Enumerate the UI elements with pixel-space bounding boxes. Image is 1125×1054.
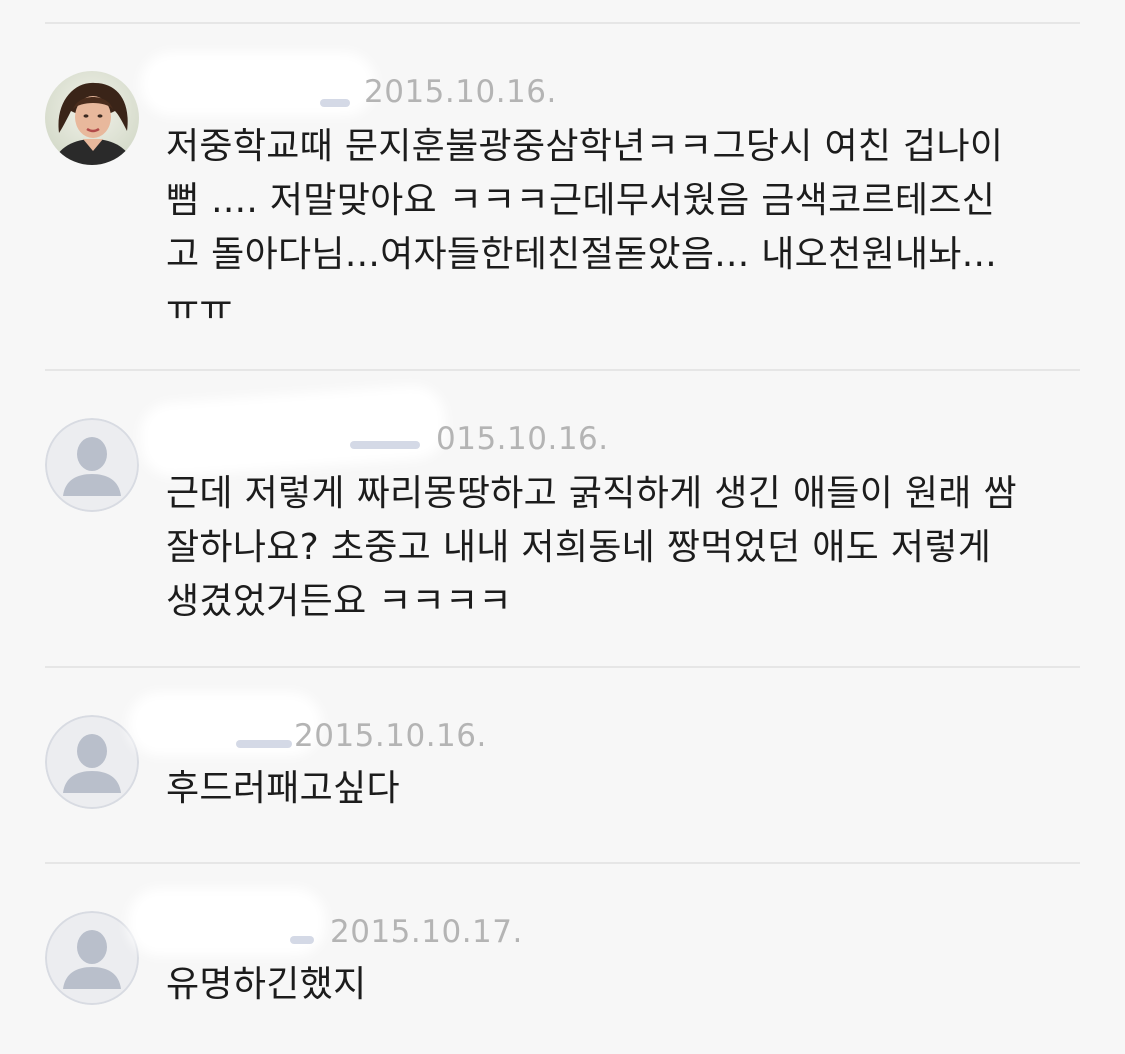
- comment-divider: [45, 666, 1080, 668]
- comment-text: 유명하긴했지: [166, 958, 1086, 1012]
- comment-line: 후드러패고싶다: [166, 768, 400, 809]
- comment-text: 근데 저렇게 짜리몽땅하고 굵직하게 생긴 애들이 원래 쌈 잘하나요? 초중고…: [166, 467, 1086, 629]
- default-user-icon: [45, 418, 139, 512]
- default-avatar[interactable]: [45, 911, 139, 1005]
- comment-date: 2015.10.16.: [364, 74, 557, 110]
- top-divider: [45, 22, 1080, 24]
- user-photo-avatar[interactable]: [45, 71, 139, 165]
- author-name-residue: [236, 740, 292, 748]
- comment-text: 저중학교때 문지훈불광중삼학년ㅋㅋ그당시 여친 겁나이 뻠 .... 저말맞아요…: [166, 120, 1086, 336]
- comment-date: 2015.10.16.: [294, 718, 487, 754]
- comment-text: 후드러패고싶다: [166, 762, 1086, 816]
- comment-line: 유명하긴했지: [166, 964, 367, 1005]
- default-user-icon: [45, 911, 139, 1005]
- author-name-redacted: [146, 391, 440, 471]
- comment-divider: [45, 862, 1080, 864]
- comment-date: 015.10.16.: [436, 421, 609, 457]
- default-avatar[interactable]: [45, 418, 139, 512]
- author-name-residue: [320, 99, 350, 107]
- comment-line: 뻠 .... 저말맞아요 ㅋㅋㅋ근데무서웠음 금색코르테즈신: [166, 180, 996, 221]
- photo-avatar-icon: [45, 71, 139, 165]
- comment-line: 저중학교때 문지훈불광중삼학년ㅋㅋ그당시 여친 겁나이: [166, 126, 1004, 167]
- comment-line: 근데 저렇게 짜리몽땅하고 굵직하게 생긴 애들이 원래 쌈: [166, 473, 1017, 514]
- comment-line: ㅠㅠ: [166, 288, 233, 329]
- default-user-icon: [45, 715, 139, 809]
- author-name-residue: [290, 936, 314, 944]
- comment-line: 잘하나요? 초중고 내내 저희동네 짱먹었던 애도 저렇게: [166, 527, 992, 568]
- author-name-residue: [350, 441, 420, 449]
- comment-line: 생겼었거든요 ㅋㅋㅋㅋ: [166, 581, 512, 622]
- default-avatar[interactable]: [45, 715, 139, 809]
- comment-divider: [45, 369, 1080, 371]
- comment-line: 고 돌아다님...여자들한테친절돋았음... 내오천원내놔...: [166, 234, 997, 275]
- comment-date: 2015.10.17.: [330, 914, 523, 950]
